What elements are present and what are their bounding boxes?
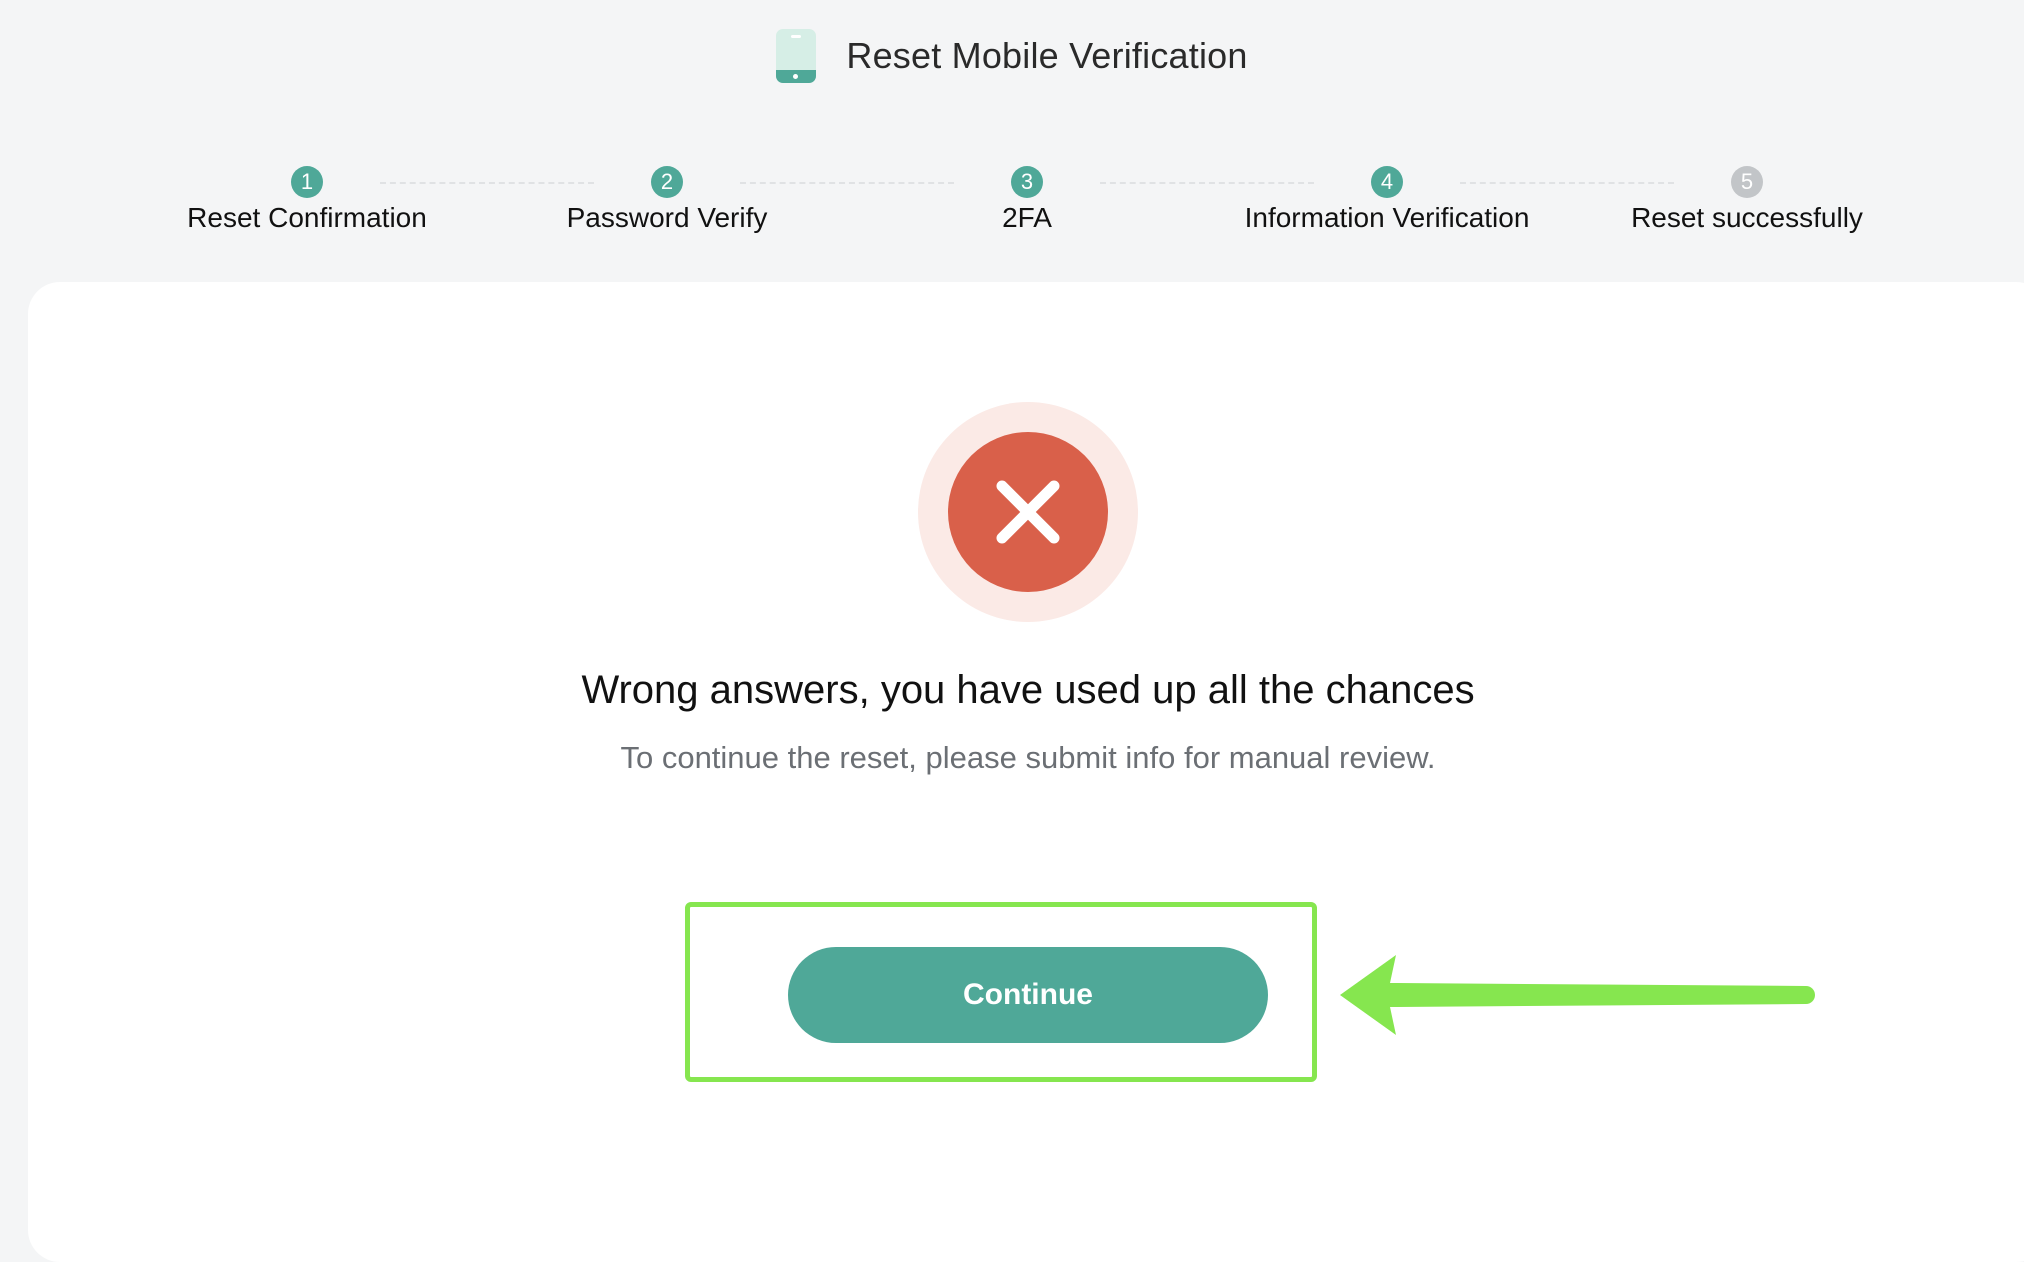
result-title: Wrong answers, you have used up all the …	[581, 668, 1475, 712]
step-password-verify: 2 Password Verify	[487, 166, 847, 234]
phone-icon	[776, 29, 817, 83]
step-number-badge: 3	[1011, 166, 1043, 198]
result-subtitle: To continue the reset, please submit inf…	[620, 740, 1436, 775]
step-number-badge: 1	[291, 166, 323, 198]
step-reset-successfully: 5 Reset successfully	[1567, 166, 1927, 234]
annotation-arrow-icon	[1340, 955, 1815, 1035]
step-label: Password Verify	[566, 202, 768, 233]
step-2fa: 3 2FA	[847, 166, 1207, 234]
page-title: Reset Mobile Verification	[846, 35, 1248, 76]
step-number-badge: 2	[651, 166, 683, 198]
step-reset-confirmation: 1 Reset Confirmation	[127, 166, 487, 234]
step-label: Reset successfully	[1631, 202, 1863, 233]
step-label: Reset Confirmation	[187, 202, 427, 233]
step-label: 2FA	[1002, 202, 1052, 233]
error-icon-halo	[918, 402, 1138, 622]
step-number-badge: 4	[1371, 166, 1403, 198]
step-number-badge: 5	[1731, 166, 1763, 198]
result-card: Wrong answers, you have used up all the …	[28, 282, 2024, 1262]
annotation-highlight-box	[685, 902, 1317, 1082]
step-information-verification: 4 Information Verification	[1207, 166, 1567, 234]
page-header: Reset Mobile Verification	[0, 28, 2024, 84]
step-label: Information Verification	[1244, 202, 1530, 233]
error-x-icon	[948, 432, 1108, 592]
progress-stepper: 1 Reset Confirmation 2 Password Verify 3…	[0, 166, 2024, 246]
